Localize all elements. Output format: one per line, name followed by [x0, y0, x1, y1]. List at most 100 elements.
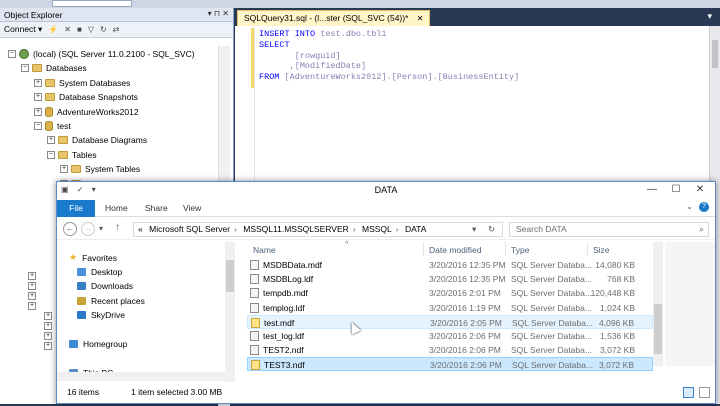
tree-node-label: Database Snapshots	[59, 92, 138, 103]
collapse-icon[interactable]: −	[21, 64, 29, 73]
recent-locations-icon[interactable]: ▾	[99, 224, 103, 233]
nav-item[interactable]: ★ Favorites	[69, 251, 117, 264]
connect-icon[interactable]: ⚡	[48, 25, 58, 34]
search-input[interactable]: Search DATA ⌕	[509, 222, 709, 237]
query-tab[interactable]: SQLQuery31.sql - (l...ster (SQL_SVC (54)…	[237, 10, 431, 26]
ribbon-tab-file[interactable]: File	[57, 200, 95, 217]
expand-icon[interactable]: +	[44, 322, 52, 330]
forward-icon[interactable]: →	[81, 222, 95, 236]
collapse-icon[interactable]: −	[8, 50, 16, 58]
column-header-name[interactable]: Name	[253, 245, 276, 255]
nav-item[interactable]: Recent places	[77, 294, 145, 307]
help-icon[interactable]: ?	[699, 202, 709, 212]
panel-pin-icon[interactable]: ▾ ⊓ ✕	[208, 9, 229, 18]
scrollbar-thumb[interactable]	[226, 260, 234, 292]
column-header-size[interactable]: Size	[593, 245, 610, 255]
file-date: 3/20/2016 12:35 PM	[429, 260, 506, 270]
file-row[interactable]: MSDBData.mdf 3/20/2016 12:35 PM SQL Server…	[247, 258, 653, 272]
object-explorer-title-bar: Object Explorer ▾ ⊓ ✕	[0, 8, 233, 22]
file-row[interactable]: templog.ldf 3/20/2016 1:19 PM SQL Server D…	[247, 301, 653, 315]
close-button[interactable]: ✕	[689, 182, 711, 198]
file-row[interactable]: TEST3.ndf 3/20/2016 2:06 PM SQL Server Dat…	[247, 357, 653, 372]
tree-node[interactable]: + AdventureWorks2012	[34, 106, 139, 118]
disconnect-icon[interactable]: ✕	[64, 25, 71, 34]
expand-icon[interactable]: +	[28, 272, 36, 280]
file-size: 4,096 KB	[599, 317, 634, 328]
nav-item[interactable]: Downloads	[77, 280, 133, 293]
breadcrumb-overflow[interactable]: «	[138, 224, 143, 234]
expand-icon[interactable]: +	[34, 78, 42, 87]
ribbon-tab-view[interactable]: View	[183, 200, 201, 217]
navigation-pane-hscrollbar[interactable]	[57, 372, 235, 381]
file-date: 3/20/2016 2:06 PM	[429, 345, 501, 356]
navigation-pane-scrollbar[interactable]	[225, 242, 235, 382]
nav-item-label: Downloads	[91, 281, 134, 292]
expand-icon[interactable]: +	[28, 292, 36, 300]
folder-icon	[71, 165, 81, 174]
file-name: MSDBLog.ldf	[263, 274, 314, 285]
tree-node-label: System Tables	[85, 164, 141, 175]
tree-node[interactable]: − (local) (SQL Server 11.0.2100 - SQL_SVC…	[8, 48, 195, 60]
file-type: SQL Server Databa...	[511, 345, 592, 356]
expand-icon[interactable]: +	[47, 136, 55, 145]
sync-icon[interactable]: ⇄	[113, 25, 120, 34]
refresh-icon[interactable]: ↻	[488, 223, 495, 236]
tree-node[interactable]: + System Tables	[60, 163, 140, 175]
scrollbar-thumb[interactable]	[654, 304, 662, 354]
tree-node[interactable]: + Database Snapshots	[34, 91, 138, 103]
expand-icon[interactable]: +	[44, 332, 52, 340]
breadcrumb-item[interactable]: DATA	[405, 224, 426, 234]
tree-node[interactable]: + System Databases	[34, 77, 130, 89]
up-icon[interactable]: ↑	[115, 222, 120, 233]
expand-icon[interactable]: +	[28, 282, 36, 290]
expand-icon[interactable]: +	[44, 312, 52, 320]
back-icon[interactable]: ←	[63, 222, 77, 236]
column-header-type[interactable]: Type	[511, 245, 529, 255]
tree-node[interactable]: + Database Diagrams	[47, 134, 147, 146]
breadcrumb-item[interactable]: Microsoft SQL Server	[149, 224, 230, 234]
search-icon[interactable]: ⌕	[699, 223, 704, 236]
column-header-date-modified[interactable]: Date modified	[429, 245, 481, 255]
expand-ribbon-icon[interactable]: ⌄	[686, 202, 693, 211]
file-row[interactable]: test_log.ldf 3/20/2016 2:06 PM SQL Server …	[247, 329, 653, 343]
file-list-scrollbar[interactable]	[653, 242, 663, 366]
expand-icon[interactable]: +	[44, 342, 52, 350]
nav-item[interactable]: Desktop	[77, 265, 122, 278]
code-token: [Person]	[391, 72, 433, 83]
file-row[interactable]: tempdb.mdf 3/20/2016 2:01 PM SQL Server Da…	[247, 286, 653, 300]
tree-node[interactable]: − test	[34, 120, 71, 132]
ribbon-tab-share[interactable]: Share	[145, 200, 168, 217]
breadcrumb-item[interactable]: MSSQL11.MSSQLSERVER	[243, 224, 349, 234]
expand-icon[interactable]: +	[28, 302, 36, 310]
expand-icon[interactable]: +	[34, 93, 42, 102]
address-bar[interactable]: « Microsoft SQL Server › MSSQL11.MSSQLSER…	[133, 222, 503, 237]
refresh-icon[interactable]: ↻	[100, 25, 107, 34]
stop-icon[interactable]: ■	[77, 25, 82, 34]
nav-item[interactable]: SkyDrive	[77, 309, 125, 322]
large-icons-view-icon[interactable]	[699, 387, 710, 398]
minimize-button[interactable]: —	[641, 182, 663, 198]
maximize-button[interactable]: ☐	[665, 182, 687, 198]
ribbon-tab-home[interactable]: Home	[105, 200, 128, 217]
nav-item[interactable]: Homegroup	[69, 337, 127, 350]
breadcrumb-separator-icon: ›	[352, 224, 356, 234]
collapse-icon[interactable]: −	[47, 150, 55, 159]
item-count: 16 items	[67, 387, 100, 397]
filter-icon[interactable]: ▽	[88, 25, 94, 34]
breadcrumb-item[interactable]: MSSQL	[362, 224, 392, 234]
tree-node[interactable]: − Databases	[21, 62, 87, 74]
file-row[interactable]: MSDBLog.ldf 3/20/2016 12:35 PM SQL Server …	[247, 272, 653, 286]
close-icon[interactable]: ✕	[417, 14, 424, 23]
file-row[interactable]: test.mdf 3/20/2016 2:05 PM SQL Server Data…	[247, 314, 653, 329]
toolbar-combo[interactable]	[52, 0, 132, 7]
connect-button[interactable]: Connect ▾	[4, 24, 42, 35]
scrollbar-thumb[interactable]	[712, 40, 718, 68]
collapse-icon[interactable]: −	[34, 122, 42, 130]
expand-icon[interactable]: +	[34, 107, 42, 116]
expand-icon[interactable]: +	[60, 165, 68, 174]
details-view-icon[interactable]	[683, 387, 694, 398]
file-row[interactable]: TEST2.ndf 3/20/2016 2:06 PM SQL Server Dat…	[247, 343, 653, 357]
tab-dropdown-icon[interactable]: ▾	[707, 11, 712, 22]
tree-node[interactable]: − Tables	[47, 149, 97, 161]
address-dropdown-icon[interactable]: ▾	[472, 223, 476, 236]
